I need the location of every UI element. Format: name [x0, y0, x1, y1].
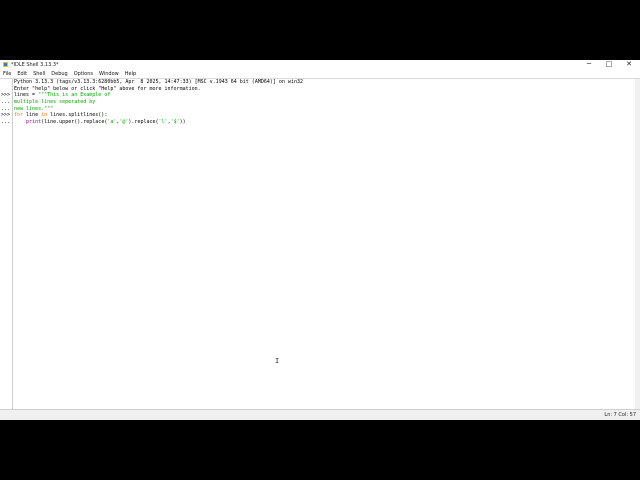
string-literal: """This is an Example of [38, 92, 111, 99]
menu-bar: File Edit Shell Debug Options Window Hel… [0, 70, 640, 79]
idle-python-icon [3, 62, 8, 67]
gutter-line [0, 86, 12, 93]
menu-shell[interactable]: Shell [30, 70, 48, 78]
close-button[interactable]: ✕ [620, 60, 638, 70]
maximize-button[interactable]: □ [600, 60, 618, 70]
menu-window[interactable]: Window [96, 70, 122, 78]
code-text: lines.splitlines(): [47, 112, 108, 119]
menu-edit[interactable]: Edit [14, 70, 30, 78]
menu-help[interactable]: Help [122, 70, 139, 78]
code-line: for line in lines.splitlines(): [14, 112, 634, 119]
string-literal: 'l' [158, 119, 168, 126]
code-line-string: new lines.""" [14, 105, 54, 112]
gutter-prompt: >>> [1, 92, 11, 99]
gutter-line [0, 79, 12, 86]
builtin-print: print [26, 119, 42, 126]
code-text: ).replace( [128, 119, 159, 126]
minimize-button[interactable]: ─ [580, 60, 598, 70]
banner-line: Python 3.13.3 (tags/v3.13.3:6280bb5, Apr… [14, 79, 303, 85]
code-text: line [23, 112, 42, 119]
gutter-continuation: ... [1, 99, 11, 106]
code-line-string: multiple lines seperated by [14, 99, 96, 106]
gutter-continuation: ... [1, 119, 11, 126]
window-title: *IDLE Shell 3.13.3* [11, 62, 59, 68]
help-hint-line: Enter "help" below or click "Help" above… [14, 85, 201, 92]
string-literal: '$' [170, 119, 180, 126]
idle-shell-window: *IDLE Shell 3.13.3* ─ □ ✕ File Edit Shel… [0, 60, 640, 420]
code-text: )) [179, 119, 186, 126]
keyword-for: for [14, 112, 24, 119]
menu-debug[interactable]: Debug [48, 70, 70, 78]
code-line: print(line.upper().replace('a','@').repl… [14, 119, 634, 126]
cursor-position: Ln: 7 Col: 57 [604, 412, 636, 418]
gutter-continuation: ... [1, 105, 11, 112]
vertical-scrollbar[interactable] [635, 79, 640, 409]
shell-text-area[interactable]: Python 3.13.3 (tags/v3.13.3:6280bb5, Apr… [14, 79, 634, 409]
prompt-gutter: >>> ... ... >>> ... [0, 79, 13, 409]
code-line: lines = """This is an Example of [14, 92, 634, 99]
code-text: (line.upper().replace( [41, 119, 108, 126]
menu-file[interactable]: File [0, 70, 14, 78]
code-text: lines = [14, 92, 39, 99]
menu-options[interactable]: Options [71, 70, 96, 78]
status-bar: Ln: 7 Col: 57 [0, 410, 640, 420]
gutter-prompt: >>> [1, 112, 11, 119]
text-cursor-icon: I [275, 357, 280, 365]
